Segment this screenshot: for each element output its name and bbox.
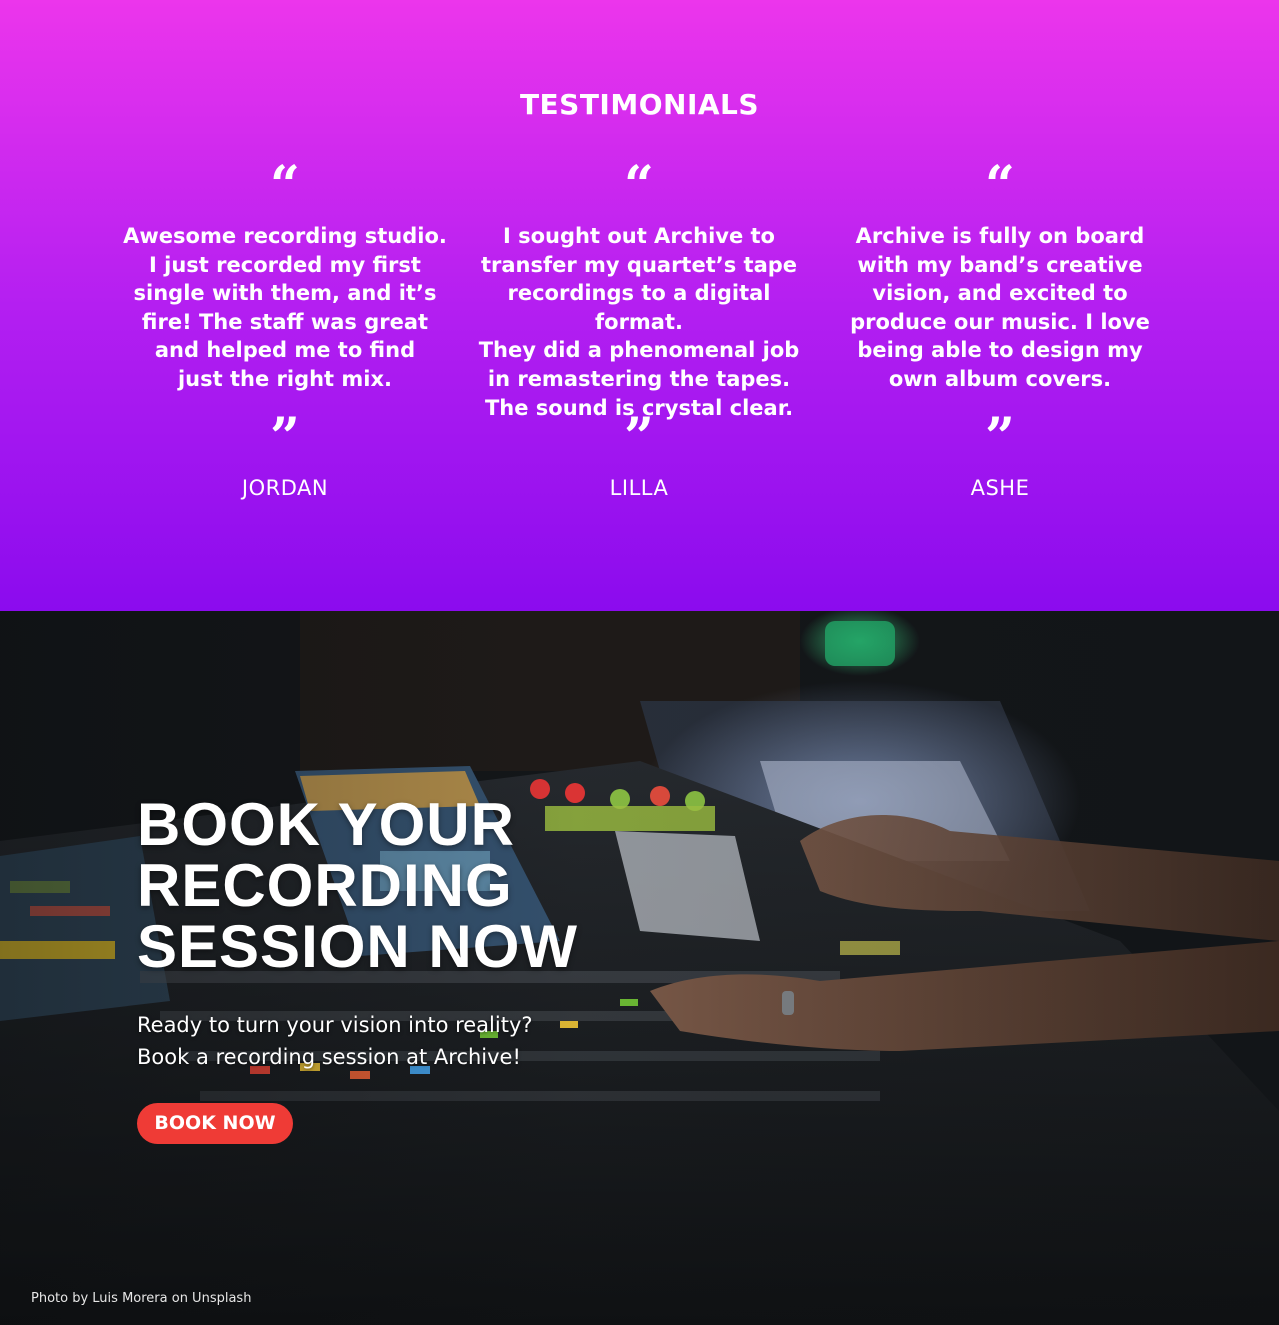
open-quote-icon: “ xyxy=(624,160,654,200)
booking-section: BOOK YOUR RECORDING SESSION NOW Ready to… xyxy=(0,611,1279,1325)
open-quote-icon: “ xyxy=(270,160,300,200)
testimonial-author: LILLA xyxy=(609,476,669,500)
testimonial-card: “ Archive is fully on board with my band… xyxy=(830,160,1170,500)
open-quote-icon: “ xyxy=(985,160,1015,200)
testimonial-quote: Awesome recording studio. I just recorde… xyxy=(123,224,447,391)
booking-title: BOOK YOUR RECORDING SESSION NOW xyxy=(137,791,579,980)
booking-subtitle: Ready to turn your vision into reality? … xyxy=(137,1013,533,1069)
close-quote-icon: ” xyxy=(624,412,654,452)
book-now-button[interactable]: BOOK NOW xyxy=(137,1103,293,1144)
testimonial-quote: Archive is fully on board with my band’s… xyxy=(850,224,1150,391)
testimonial-author: JORDAN xyxy=(241,476,329,500)
testimonial-card: “ I sought out Archive to transfer my qu… xyxy=(469,160,809,500)
testimonial-author: ASHE xyxy=(970,476,1030,500)
testimonials-heading: TESTIMONIALS xyxy=(519,88,760,121)
photo-credit: Photo by Luis Morera on Unsplash xyxy=(31,1291,252,1306)
testimonial-quote: I sought out Archive to transfer my quar… xyxy=(478,224,800,420)
close-quote-icon: ” xyxy=(270,412,300,452)
testimonials-section: TESTIMONIALS “ Awesome recording studio.… xyxy=(0,0,1279,611)
close-quote-icon: ” xyxy=(985,412,1015,452)
testimonial-card: “ Awesome recording studio. I just recor… xyxy=(115,160,455,500)
